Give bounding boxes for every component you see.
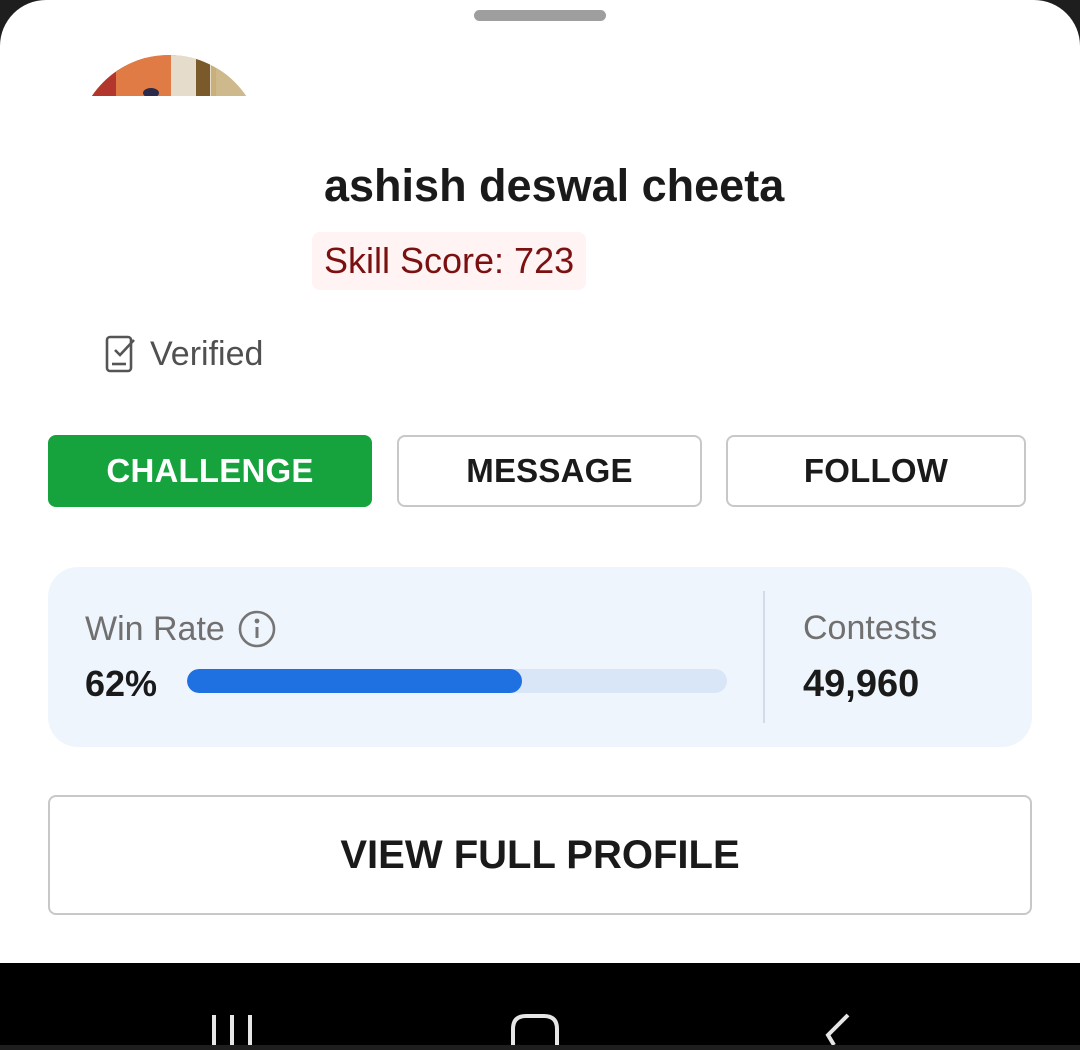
contests-value: 49,960 — [803, 663, 920, 705]
system-navigation-bar — [0, 963, 1080, 1047]
stats-card: Win Rate 62% Contests 49,960 — [48, 567, 1032, 747]
verified-label: Verified — [150, 334, 264, 373]
home-icon[interactable] — [510, 1013, 560, 1050]
verified-status: Verified — [104, 334, 263, 374]
skill-score-text: Skill Score: 723 — [324, 240, 575, 281]
win-rate-value: 62% — [85, 663, 158, 704]
win-rate-progress-fill — [187, 669, 522, 693]
follow-button[interactable]: FOLLOW — [726, 435, 1026, 507]
contests-label: Contests — [803, 609, 938, 647]
avatar[interactable] — [76, 55, 262, 96]
info-icon[interactable] — [237, 609, 277, 649]
profile-name: ashish deswal cheeta — [324, 160, 785, 211]
back-icon[interactable] — [820, 1013, 854, 1050]
verified-check-icon — [104, 334, 136, 374]
skill-score-badge: Skill Score: 723 — [312, 232, 587, 290]
win-rate-label: Win Rate — [85, 609, 225, 648]
message-button[interactable]: MESSAGE — [397, 435, 702, 507]
recents-icon[interactable] — [210, 1013, 256, 1050]
avatar-image — [76, 55, 262, 96]
win-rate-header: Win Rate — [85, 609, 277, 649]
win-rate-progress-bar — [187, 669, 727, 693]
drag-handle[interactable] — [474, 10, 606, 21]
challenge-button[interactable]: CHALLENGE — [48, 435, 372, 507]
profile-bottom-sheet: ashish deswal cheeta Skill Score: 723 Ve… — [0, 0, 1080, 963]
stats-divider — [763, 591, 765, 723]
avatar-clip — [70, 55, 270, 96]
view-full-profile-button[interactable]: VIEW FULL PROFILE — [48, 795, 1032, 915]
